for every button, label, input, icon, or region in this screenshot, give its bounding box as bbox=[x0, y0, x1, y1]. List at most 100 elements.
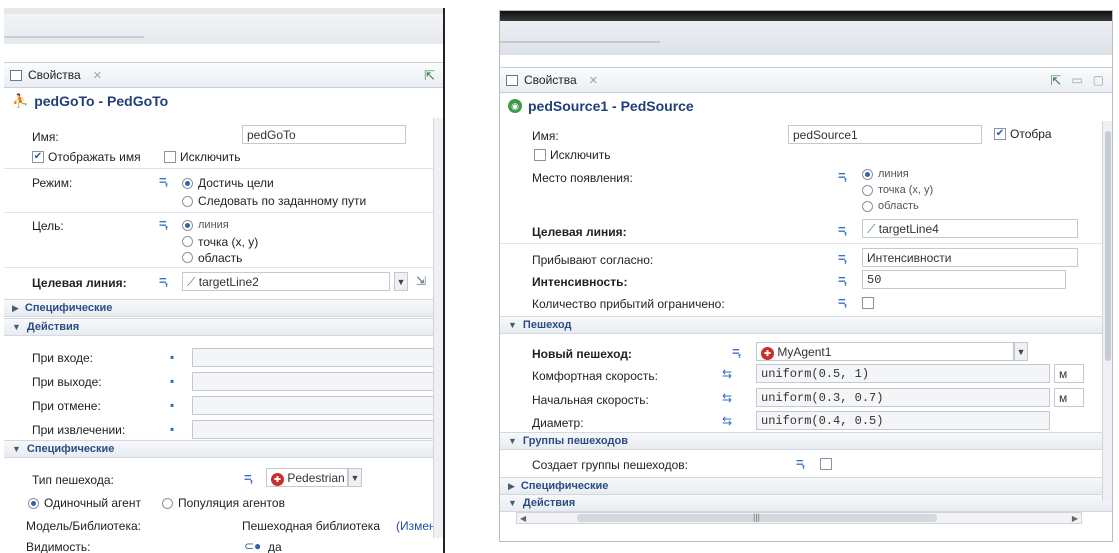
section-specific[interactable]: ▼ Специфические bbox=[4, 440, 443, 458]
vertical-scrollbar[interactable] bbox=[1102, 121, 1112, 501]
dynamic-value-icon[interactable]: ⇆ bbox=[722, 367, 732, 381]
static-value-icon[interactable]: =, bbox=[159, 173, 168, 188]
section-pedestrian[interactable]: ▼ Пешеход bbox=[500, 316, 1112, 334]
comfort-speed-unit[interactable]: м bbox=[1054, 364, 1084, 383]
ped-type-select[interactable]: ✚ Pedestrian bbox=[266, 468, 348, 487]
name-input[interactable]: pedSource1 bbox=[788, 125, 982, 144]
mode-radio-reach[interactable] bbox=[182, 178, 193, 189]
static-value-icon[interactable]: =, bbox=[838, 294, 847, 309]
static-value-icon[interactable]: =, bbox=[838, 168, 847, 183]
exclude-checkbox[interactable] bbox=[534, 149, 546, 161]
static-value-icon[interactable]: =, bbox=[244, 470, 253, 485]
vertical-scrollbar[interactable] bbox=[433, 118, 443, 538]
section-label: Действия bbox=[26, 321, 80, 333]
on-enter-input[interactable] bbox=[192, 348, 443, 367]
diameter-input[interactable]: uniform(0.4, 0.5) bbox=[756, 411, 1050, 430]
tab-tools: ⇱ ▭ ▢ bbox=[1050, 73, 1104, 89]
code-icon: ▪ bbox=[170, 374, 175, 388]
dynamic-value-icon[interactable]: ⇆ bbox=[722, 391, 732, 405]
visibility-label: Видимость: bbox=[26, 540, 91, 553]
horizontal-scrollbar[interactable]: ◀ ||| ▶ bbox=[516, 512, 1082, 524]
spawn-option-area: область bbox=[878, 200, 919, 212]
maximize-icon[interactable]: ▢ bbox=[1093, 73, 1104, 89]
initial-speed-unit[interactable]: м bbox=[1054, 388, 1084, 407]
static-value-icon[interactable]: =, bbox=[838, 222, 847, 237]
static-value-icon[interactable]: =, bbox=[796, 455, 805, 470]
toolbar-strip bbox=[500, 11, 1112, 21]
single-agent-radio[interactable] bbox=[28, 498, 39, 509]
limited-checkbox[interactable] bbox=[862, 297, 874, 309]
on-remove-label: При извлечении: bbox=[32, 423, 126, 437]
static-value-icon[interactable]: =, bbox=[732, 344, 741, 359]
mode-option-path: Следовать по заданному пути bbox=[198, 194, 367, 208]
dynamic-value-icon[interactable]: ⇆ bbox=[722, 414, 732, 428]
properties-icon bbox=[506, 74, 518, 86]
spawn-radio-area[interactable] bbox=[862, 201, 873, 212]
close-icon[interactable]: ✕ bbox=[589, 74, 598, 87]
static-value-icon[interactable]: =, bbox=[838, 272, 847, 287]
mode-radio-path[interactable] bbox=[182, 196, 193, 207]
code-icon: ▪ bbox=[170, 350, 175, 364]
static-value-icon[interactable]: =, bbox=[159, 216, 168, 231]
spawn-radio-point[interactable] bbox=[862, 185, 873, 196]
diameter-label: Диаметр: bbox=[532, 416, 584, 430]
intensity-label: Интенсивность: bbox=[532, 275, 628, 289]
chevron-down-icon: ▼ bbox=[508, 498, 517, 508]
groups-checkbox[interactable] bbox=[820, 458, 832, 470]
initial-speed-input[interactable]: uniform(0.3, 0.7) bbox=[756, 388, 1050, 407]
on-exit-input[interactable] bbox=[192, 372, 443, 391]
on-cancel-input[interactable] bbox=[192, 396, 443, 415]
target-radio-line[interactable] bbox=[182, 220, 193, 231]
target-line-label: Целевая линия: bbox=[532, 225, 627, 239]
new-ped-select[interactable]: ✚ MyAgent1 bbox=[756, 342, 1014, 361]
spawn-radio-line[interactable] bbox=[862, 169, 873, 180]
grip-icon: ||| bbox=[753, 512, 761, 522]
toggle-icon[interactable]: ⊂● bbox=[244, 539, 261, 553]
spawn-option-line: линия bbox=[878, 168, 909, 180]
section-specific-collapsed[interactable]: ▶ Специфические bbox=[500, 477, 1112, 495]
pin-icon[interactable]: ⇱ bbox=[424, 68, 435, 84]
target-option-area: область bbox=[198, 251, 243, 265]
scroll-right-icon[interactable]: ▶ bbox=[1072, 514, 1078, 523]
new-ped-label: Новый пешеход: bbox=[532, 347, 632, 361]
object-title-text: pedGoTo - PedGoTo bbox=[34, 93, 169, 109]
chevron-down-icon[interactable]: ▼ bbox=[348, 468, 362, 487]
target-line-select[interactable]: ⟋ targetLine4 bbox=[862, 219, 1078, 238]
intensity-input[interactable]: 50 bbox=[862, 270, 1066, 289]
pin-icon[interactable]: ⇱ bbox=[1050, 73, 1061, 89]
target-line-select[interactable]: ⟋ targetLine2 bbox=[182, 272, 390, 291]
target-radio-area[interactable] bbox=[182, 252, 193, 263]
select-on-canvas-icon[interactable]: ⇲ bbox=[416, 274, 426, 288]
comfort-speed-input[interactable]: uniform(0.5, 1) bbox=[756, 364, 1050, 383]
static-value-icon[interactable]: =, bbox=[159, 273, 168, 288]
section-label: Пешеход bbox=[522, 319, 572, 331]
scroll-thumb[interactable] bbox=[1105, 131, 1111, 361]
minimize-icon[interactable]: ▭ bbox=[1071, 73, 1082, 89]
section-actions[interactable]: ▼ Действия bbox=[4, 318, 443, 336]
change-link[interactable]: (Измен bbox=[396, 519, 436, 533]
tab-properties[interactable]: Свойства ✕ bbox=[506, 73, 598, 87]
tab-properties[interactable]: Свойства ✕ bbox=[10, 68, 102, 82]
line-icon: ⟋ bbox=[867, 222, 876, 236]
static-value-icon[interactable]: =, bbox=[838, 250, 847, 265]
show-name-checkbox[interactable]: ✔ bbox=[32, 151, 44, 163]
section-actions[interactable]: ▼ Действия bbox=[500, 494, 1112, 512]
close-icon[interactable]: ✕ bbox=[93, 69, 102, 82]
section-groups[interactable]: ▼ Группы пешеходов bbox=[500, 432, 1112, 450]
scroll-left-icon[interactable]: ◀ bbox=[520, 514, 526, 523]
arrive-select[interactable]: Интенсивности bbox=[862, 248, 1078, 267]
target-line-value: targetLine4 bbox=[878, 222, 939, 236]
chevron-down-icon: ▼ bbox=[508, 436, 517, 446]
section-specific-collapsed[interactable]: ▶ Специфические bbox=[4, 299, 443, 317]
tab-label: Свойства bbox=[28, 68, 81, 82]
target-radio-point[interactable] bbox=[182, 236, 193, 247]
exclude-checkbox[interactable] bbox=[164, 151, 176, 163]
name-input[interactable]: pedGoTo bbox=[242, 125, 406, 144]
show-name-checkbox[interactable]: ✔ bbox=[994, 128, 1006, 140]
chevron-down-icon[interactable]: ▼ bbox=[1014, 342, 1028, 361]
population-radio[interactable] bbox=[162, 498, 173, 509]
properties-panel-right: Свойства ✕ ⇱ ▭ ▢ ◉ pedSource1 - PedSourc… bbox=[499, 10, 1113, 542]
object-title: ◉ pedSource1 - PedSource bbox=[500, 95, 1112, 117]
on-remove-input[interactable] bbox=[192, 420, 443, 439]
chevron-down-icon[interactable]: ▼ bbox=[394, 272, 408, 291]
